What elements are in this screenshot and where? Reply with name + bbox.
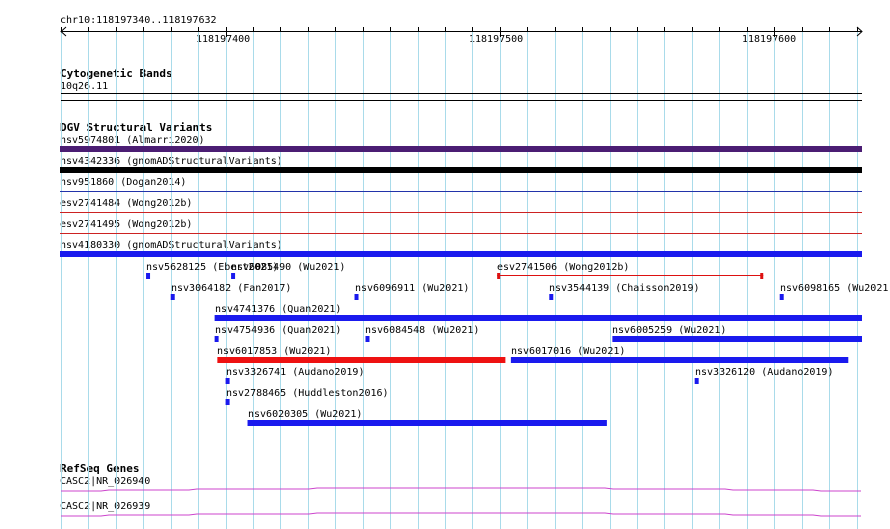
variant-label[interactable]: nsv6096911 (Wu2021): [355, 283, 469, 294]
variant-marker: [170, 294, 175, 300]
variant-bar: [217, 357, 506, 363]
variant-bar: [60, 212, 862, 213]
variant-marker: [779, 294, 784, 300]
variant-label[interactable]: nsv6098165 (Wu2021): [780, 283, 890, 294]
variant-bar: [60, 146, 862, 152]
variant-marker: [214, 336, 219, 342]
variant-marker: [225, 378, 230, 384]
variant-label[interactable]: nsv6017016 (Wu2021): [511, 346, 625, 357]
genome-browser-view: chr10:118197340..118197632 118197400 118…: [0, 0, 890, 529]
variant-label[interactable]: nsv6005259 (Wu2021): [612, 325, 726, 336]
variant-marker: [231, 273, 236, 279]
variant-bar: [60, 233, 862, 234]
variant-label[interactable]: nsv6020305 (Wu2021): [248, 409, 362, 420]
variant-label[interactable]: nsv3326741 (Audano2019): [226, 367, 364, 378]
variant-label[interactable]: esv2741506 (Wong2012b): [497, 262, 629, 273]
variant-bar: [60, 191, 862, 192]
variant-label[interactable]: nsv3326120 (Audano2019): [695, 367, 833, 378]
gene-intron-line: [61, 487, 861, 492]
variant-bar: [510, 357, 849, 363]
variant-bar: [247, 420, 607, 426]
variant-label[interactable]: nsv4754936 (Quan2021): [215, 325, 341, 336]
variant-label[interactable]: nsv2788465 (Huddleston2016): [226, 388, 389, 399]
variant-label[interactable]: nsv6084548 (Wu2021): [365, 325, 479, 336]
variant-span-start: [497, 273, 501, 279]
variant-span-end: [760, 273, 764, 279]
variant-marker: [365, 336, 370, 342]
variant-marker: [354, 294, 359, 300]
variant-label[interactable]: nsv6017853 (Wu2021): [217, 346, 331, 357]
variant-marker: [225, 399, 230, 405]
variant-bar: [612, 336, 862, 342]
variant-bar: [60, 251, 862, 257]
variant-bar: [60, 167, 862, 173]
variant-label[interactable]: nsv4741376 (Quan2021): [215, 304, 341, 315]
variant-label[interactable]: nsv6085490 (Wu2021): [231, 262, 345, 273]
variant-bar: [214, 315, 862, 321]
variant-marker: [146, 273, 151, 279]
variant-marker: [694, 378, 699, 384]
variant-label[interactable]: nsv3064182 (Fan2017): [171, 283, 291, 294]
tracks-canvas: [60, 26, 863, 529]
variant-label[interactable]: nsv3544139 (Chaisson2019): [549, 283, 700, 294]
gene-intron-line: [61, 512, 861, 517]
variant-marker: [549, 294, 554, 300]
